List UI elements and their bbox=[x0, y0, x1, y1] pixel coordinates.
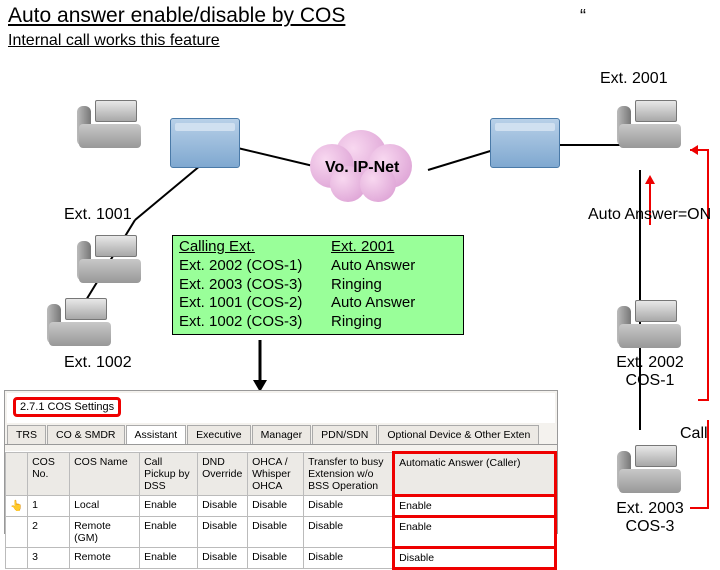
behavior-cell: Ringing bbox=[331, 276, 382, 295]
phone-icon bbox=[75, 235, 145, 283]
pbx-right-icon bbox=[490, 118, 560, 168]
page-subtitle: Internal call works this feature bbox=[8, 32, 220, 50]
cos-cell-pickup[interactable]: Enable bbox=[140, 548, 198, 569]
behavior-cell: Ext. 2003 (COS-3) bbox=[179, 276, 331, 295]
cos-cell-transfer[interactable]: Disable bbox=[304, 517, 394, 548]
cos-header-blank bbox=[6, 453, 28, 496]
cos-cell-auto[interactable]: Enable bbox=[394, 517, 556, 548]
phone-icon bbox=[615, 300, 685, 348]
label-ext-1002: Ext. 1002 bbox=[64, 354, 132, 372]
cos-header-auto-answer: Automatic Answer (Caller) bbox=[394, 453, 556, 496]
label-ext-1001: Ext. 1001 bbox=[64, 206, 132, 224]
phone-icon bbox=[45, 298, 115, 346]
label-ext-2003-line2: COS-3 bbox=[626, 518, 675, 535]
behavior-table: Calling Ext. Ext. 2001 Ext. 2002 (COS-1)… bbox=[172, 235, 464, 335]
behavior-cell: Ext. 2002 (COS-1) bbox=[179, 257, 331, 276]
cos-cell-ohca[interactable]: Disable bbox=[248, 496, 304, 517]
behavior-cell: Ext. 1001 (COS-2) bbox=[179, 294, 331, 313]
label-ext-2001: Ext. 2001 bbox=[600, 70, 668, 88]
tab-assistant[interactable]: Assistant bbox=[126, 425, 187, 444]
hand-icon bbox=[6, 548, 28, 569]
cos-settings-panel: 2.7.1 COS Settings TRS CO & SMDR Assista… bbox=[4, 390, 558, 534]
behavior-cell: Ringing bbox=[331, 313, 382, 332]
cos-header-no: COS No. bbox=[28, 453, 70, 496]
tab-trs[interactable]: TRS bbox=[7, 425, 46, 444]
cos-header-dnd: DND Override bbox=[198, 453, 248, 496]
label-ext-2002-line1: Ext. 2002 bbox=[616, 354, 684, 371]
tab-optional[interactable]: Optional Device & Other Exten bbox=[378, 425, 539, 444]
tab-executive[interactable]: Executive bbox=[187, 425, 251, 444]
tab-co-smdr[interactable]: CO & SMDR bbox=[47, 425, 125, 444]
cos-tabs: TRS CO & SMDR Assistant Executive Manage… bbox=[5, 425, 557, 445]
cos-breadcrumb[interactable]: 2.7.1 COS Settings bbox=[13, 397, 121, 417]
page-title: Auto answer enable/disable by COS bbox=[8, 4, 345, 28]
cos-header-transfer: Transfer to busy Extension w/o BSS Opera… bbox=[304, 453, 394, 496]
tab-manager[interactable]: Manager bbox=[252, 425, 311, 444]
cos-cell-auto[interactable]: Disable bbox=[394, 548, 556, 569]
cos-cell-dnd[interactable]: Disable bbox=[198, 496, 248, 517]
behavior-cell: Ext. 1002 (COS-3) bbox=[179, 313, 331, 332]
tab-pdn-sdn[interactable]: PDN/SDN bbox=[312, 425, 377, 444]
cos-cell-no: 1 bbox=[28, 496, 70, 517]
table-row[interactable]: 2 Remote (GM) Enable Disable Disable Dis… bbox=[6, 517, 556, 548]
behavior-cell: Auto Answer bbox=[331, 294, 415, 313]
label-ext-2002: Ext. 2002 COS-1 bbox=[610, 354, 690, 390]
cos-header-name: COS Name bbox=[70, 453, 140, 496]
cos-cell-no: 3 bbox=[28, 548, 70, 569]
behavior-header-target: Ext. 2001 bbox=[331, 238, 394, 257]
behavior-header-calling: Calling Ext. bbox=[179, 238, 331, 257]
cos-cell-name: Remote bbox=[70, 548, 140, 569]
phone-icon bbox=[75, 100, 145, 148]
cos-header-row: COS No. COS Name Call Pickup by DSS DND … bbox=[6, 453, 556, 496]
behavior-cell: Auto Answer bbox=[331, 257, 415, 276]
label-call: Call bbox=[680, 425, 708, 443]
table-row[interactable]: 3 Remote Enable Disable Disable Disable … bbox=[6, 548, 556, 569]
label-ext-2003-line1: Ext. 2003 bbox=[616, 500, 684, 517]
cos-cell-no: 2 bbox=[28, 517, 70, 548]
cos-cell-dnd[interactable]: Disable bbox=[198, 548, 248, 569]
label-auto-answer-on: Auto Answer=ON bbox=[588, 206, 711, 224]
cos-header-pickup: Call Pickup by DSS bbox=[140, 453, 198, 496]
quote-mark: “ bbox=[580, 6, 586, 27]
cos-cell-transfer[interactable]: Disable bbox=[304, 548, 394, 569]
label-ext-2003: Ext. 2003 COS-3 bbox=[610, 500, 690, 536]
cos-cell-ohca[interactable]: Disable bbox=[248, 548, 304, 569]
phone-icon bbox=[615, 100, 685, 148]
pbx-left-icon bbox=[170, 118, 240, 168]
cos-cell-name: Remote (GM) bbox=[70, 517, 140, 548]
phone-icon bbox=[615, 445, 685, 493]
hand-icon bbox=[6, 517, 28, 548]
label-ext-2002-line2: COS-1 bbox=[626, 372, 675, 389]
cos-cell-dnd[interactable]: Disable bbox=[198, 517, 248, 548]
cos-cell-pickup[interactable]: Enable bbox=[140, 517, 198, 548]
voip-net-label: Vo. IP-Net bbox=[325, 159, 399, 177]
cos-cell-pickup[interactable]: Enable bbox=[140, 496, 198, 517]
cos-cell-auto[interactable]: Enable bbox=[394, 496, 556, 517]
cos-cell-transfer[interactable]: Disable bbox=[304, 496, 394, 517]
cos-table: COS No. COS Name Call Pickup by DSS DND … bbox=[5, 451, 557, 570]
cos-cell-ohca[interactable]: Disable bbox=[248, 517, 304, 548]
cos-cell-name: Local bbox=[70, 496, 140, 517]
cos-header-ohca: OHCA / Whisper OHCA bbox=[248, 453, 304, 496]
table-row[interactable]: 👆 1 Local Enable Disable Disable Disable… bbox=[6, 496, 556, 517]
hand-icon: 👆 bbox=[6, 496, 28, 517]
